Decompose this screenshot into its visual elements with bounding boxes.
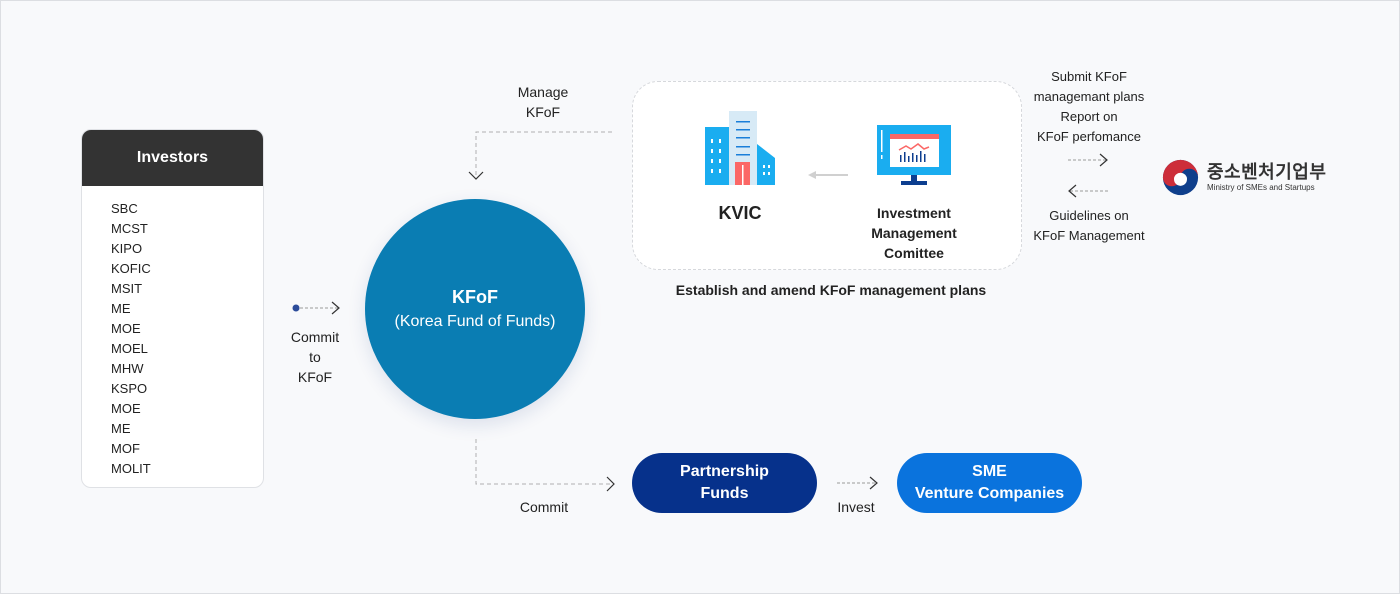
sme-venture-companies-node: SME Venture Companies [897,453,1082,513]
investor-item: MOE [111,321,141,336]
investor-item: SBC [111,201,138,216]
taegeuk-emblem-icon [1162,159,1199,195]
investor-item: KIPO [111,241,143,256]
label-line: Comittee [884,245,944,261]
investor-item: ME [111,421,131,436]
label-line: KFoF Management [1033,228,1145,243]
commit-start-dot [292,304,300,312]
commit-line [475,439,612,485]
kfof-title: KFoF [452,287,498,307]
commit-label: Commit [519,499,569,515]
label-line: KFoF [297,369,333,385]
investor-item: MOLIT [111,461,151,476]
investment-management-committee-label: Investment Management Comittee [851,203,977,263]
investor-item: KOFIC [111,261,151,276]
investor-item: MSIT [111,281,143,296]
building-icon [705,111,775,185]
label-line: Commit [290,329,340,345]
submit-report-label: Submit KFoF managemant plans Report on K… [1021,67,1157,147]
invest-label: Invest [837,499,875,515]
label-line: Funds [700,485,749,502]
ministry-english-name: Ministry of SMEs and Startups [1207,182,1315,192]
investor-item: MHW [111,361,144,376]
investor-item: MOEL [111,341,148,356]
investor-item: MCST [111,221,148,236]
label-line: Venture Companies [914,485,1065,502]
kvic-label: KVIC [718,203,762,223]
label-line: KFoF perfomance [1036,129,1142,144]
partnership-funds-node: Partnership Funds [632,453,817,513]
ministry-logo: 중소벤처기업부 Ministry of SMEs and Startups [1162,157,1332,197]
establish-plans-caption: Establish and amend KFoF management plan… [675,282,987,298]
investor-item: MOF [111,441,140,456]
label-line: Submit KFoF [1051,69,1127,84]
committee-to-kvic-arrow [808,171,848,179]
kfof-node: KFoF (Korea Fund of Funds) [365,199,585,419]
label-line: managemant plans [1033,89,1145,104]
investor-item: KSPO [111,381,148,396]
label-line: to [309,349,321,365]
monitor-chart-icon [877,125,951,185]
investors-title: Investors [82,130,263,186]
kfof-structure-diagram: Investors SBC MCST KIPO KOFIC MSIT ME MO… [0,0,1400,594]
investor-item: MOE [111,401,141,416]
label-line: Guidelines on [1049,208,1129,223]
kfof-subtitle: (Korea Fund of Funds) [394,313,556,330]
manage-kfof-label: Manage KFoF [498,82,588,122]
label-line: Manage [517,84,569,100]
label-line: Management [871,225,957,241]
commit-to-kfof-label: Commit to KFoF [279,327,351,387]
investor-item: ME [111,301,131,316]
manage-kfof-line [475,131,612,177]
label-line: KFoF [525,104,561,120]
label-line: Report on [1060,109,1118,124]
ministry-korean-name: 중소벤처기업부 [1207,161,1327,182]
label-line: Investment [877,205,951,221]
investors-card: Investors SBC MCST KIPO KOFIC MSIT ME MO… [81,129,264,488]
label-line: Partnership [680,463,769,480]
investors-list: SBC MCST KIPO KOFIC MSIT ME MOE MOEL MHW… [82,186,263,479]
guidelines-label: Guidelines on KFoF Management [1021,206,1157,246]
label-line: SME [972,463,1007,480]
